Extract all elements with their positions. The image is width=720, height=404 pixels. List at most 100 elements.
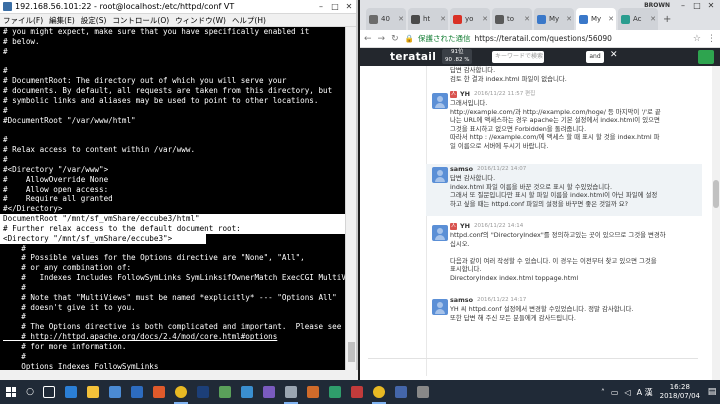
- chrome-app-icon[interactable]: [368, 380, 390, 404]
- terminal-app-icon[interactable]: [280, 380, 302, 404]
- browser-tab[interactable]: 40 ✕: [366, 8, 406, 30]
- tab-label: yo: [465, 15, 474, 23]
- menu-control[interactable]: コントロール(O): [112, 15, 169, 26]
- comment-text: 검토 한 결과 index.html 파일이 없습니다.: [450, 74, 567, 83]
- app-icon[interactable]: [412, 380, 434, 404]
- clock[interactable]: 16:28 2018/07/04: [656, 383, 704, 401]
- chrome-app-icon[interactable]: [170, 380, 192, 404]
- media-app-icon[interactable]: [148, 380, 170, 404]
- browser-tab[interactable]: ht ✕: [408, 8, 448, 30]
- user-avatar[interactable]: [432, 167, 448, 183]
- notification-icon[interactable]: ▤: [704, 387, 720, 397]
- menu-icon[interactable]: ⋮: [707, 34, 716, 44]
- comment-author[interactable]: samso: [450, 165, 473, 174]
- close-tab-icon[interactable]: ✕: [440, 15, 446, 23]
- comment-author[interactable]: samso: [450, 296, 473, 305]
- edge-app-icon[interactable]: [60, 380, 82, 404]
- mail-app-icon[interactable]: [126, 380, 148, 404]
- maximize-icon[interactable]: □: [690, 1, 704, 10]
- terminal-line: #DocumentRoot "/var/www/html": [3, 115, 136, 125]
- close-tab-icon[interactable]: ✕: [566, 15, 572, 23]
- reload-icon[interactable]: ↻: [391, 34, 399, 44]
- comment-header: 人 YH 2016/11/22 11:57 편집: [450, 89, 702, 99]
- terminal-scrollbar[interactable]: [345, 27, 356, 370]
- browser-tab[interactable]: to ✕: [492, 8, 532, 30]
- browser-tab-active[interactable]: My ✕: [576, 8, 616, 30]
- menu-help[interactable]: ヘルプ(H): [232, 15, 266, 26]
- menu-edit[interactable]: 編集(E): [49, 15, 75, 26]
- volume-icon[interactable]: ◁: [624, 388, 630, 397]
- maximize-icon[interactable]: □: [328, 0, 342, 13]
- browser-tab[interactable]: yo ✕: [450, 8, 490, 30]
- close-tab-icon[interactable]: ✕: [482, 15, 488, 23]
- search-icon[interactable]: ○: [22, 380, 38, 404]
- terminal-line: # you might expect, make sure that you h…: [3, 27, 310, 36]
- comments-area: 답변 감사합니다. 검토 한 결과 index.html 파일이 없습니다. 人…: [360, 66, 720, 380]
- tab-favicon: [495, 14, 504, 24]
- comment-text: httpd.conf의 "DirectoryIndex"를 정의하고있는 곳이 …: [450, 231, 666, 239]
- forward-icon[interactable]: →: [378, 34, 386, 44]
- terminal-titlebar[interactable]: 192.168.56.101:22 - root@localhost:/etc/…: [0, 0, 356, 14]
- post-question-button[interactable]: [698, 50, 714, 64]
- comment-text: 일 이름으로 서버에 두시기 바랍니다.: [450, 141, 549, 150]
- app-icon[interactable]: [346, 380, 368, 404]
- comment-text: 나는 URL에 액세스하는 경우 apache는 기본 설정에서 index.h…: [450, 116, 660, 124]
- app-icon[interactable]: [324, 380, 346, 404]
- app-icon[interactable]: [214, 380, 236, 404]
- search-and-select[interactable]: and: [586, 51, 604, 63]
- folder-app-icon[interactable]: [82, 380, 104, 404]
- app-icon[interactable]: [236, 380, 258, 404]
- search-input[interactable]: キーワードで検索: [492, 51, 544, 63]
- user-badge-icon: 人: [450, 222, 457, 230]
- close-tab-icon[interactable]: ✕: [398, 15, 404, 23]
- terminal-line: #: [3, 66, 8, 76]
- comment-author[interactable]: YH: [460, 222, 470, 231]
- photoshop-app-icon[interactable]: [192, 380, 214, 404]
- lock-icon[interactable]: 🔒: [405, 34, 414, 43]
- app-icon[interactable]: [390, 380, 412, 404]
- system-tray: ˄ ▭ ◁ A 漢 16:28 2018/07/04 ▤: [598, 380, 720, 404]
- close-icon[interactable]: ✕: [342, 0, 356, 13]
- url-text[interactable]: https://teratail.com/questions/56090: [474, 34, 611, 43]
- minimize-icon[interactable]: –: [314, 0, 328, 13]
- tab-label: 40: [381, 15, 390, 23]
- menu-window[interactable]: ウィンドウ(W): [175, 15, 226, 26]
- close-icon[interactable]: ✕: [610, 50, 618, 60]
- comment-date: 2016/11/22 11:57 편집: [473, 90, 536, 97]
- comment-author[interactable]: YH: [460, 90, 470, 99]
- comment-tail: 답변 감사합니다. 검토 한 결과 index.html 파일이 없습니다.: [426, 66, 702, 83]
- task-view-icon[interactable]: [38, 380, 60, 404]
- browser-tab[interactable]: Ac ✕: [618, 8, 658, 30]
- page-scroll-thumb[interactable]: [713, 180, 719, 208]
- star-icon[interactable]: ☆: [693, 34, 701, 44]
- close-tab-icon[interactable]: ✕: [524, 15, 530, 23]
- menu-file[interactable]: ファイル(F): [3, 15, 43, 26]
- back-icon[interactable]: ←: [364, 34, 372, 44]
- new-tab-button[interactable]: +: [663, 14, 677, 26]
- address-bar[interactable]: ← → ↻ 🔒 保護された通信 https://teratail.com/que…: [360, 30, 720, 48]
- score-rank: 91位: [450, 49, 464, 55]
- app-icon[interactable]: [302, 380, 324, 404]
- minimize-icon[interactable]: –: [676, 1, 690, 10]
- terminal-scroll-thumb[interactable]: [348, 342, 355, 362]
- close-tab-icon[interactable]: ✕: [608, 15, 614, 23]
- browser-tab[interactable]: My ✕: [534, 8, 574, 30]
- menu-settings[interactable]: 設定(S): [81, 15, 107, 26]
- ime-indicator[interactable]: A 漢: [637, 387, 653, 398]
- app-icon[interactable]: [258, 380, 280, 404]
- site-logo[interactable]: teratail: [390, 51, 436, 63]
- network-icon[interactable]: ▭: [611, 388, 619, 397]
- comment-text: 다음과 같이 여러 작성할 수 있습니다. 이 경우는 이전부터 찾고 있으면 …: [450, 256, 657, 265]
- close-icon[interactable]: ✕: [704, 1, 718, 10]
- chevron-up-icon[interactable]: ˄: [601, 388, 605, 397]
- store-app-icon[interactable]: [104, 380, 126, 404]
- terminal-line: Options Indexes FollowSymLinks: [3, 361, 159, 370]
- terminal-line-selected: <Directory "/mnt/sf_vmShare/eccube3">: [0, 233, 206, 244]
- close-tab-icon[interactable]: ✕: [650, 15, 656, 23]
- terminal-screen[interactable]: # you might expect, make sure that you h…: [0, 27, 345, 370]
- profile-name[interactable]: BROWN: [644, 2, 670, 9]
- score-percent: 90 .82 %: [445, 56, 470, 63]
- page-scrollbar[interactable]: [712, 66, 720, 380]
- start-button[interactable]: [0, 380, 22, 404]
- user-score[interactable]: 91位 90 .82 %: [442, 49, 473, 64]
